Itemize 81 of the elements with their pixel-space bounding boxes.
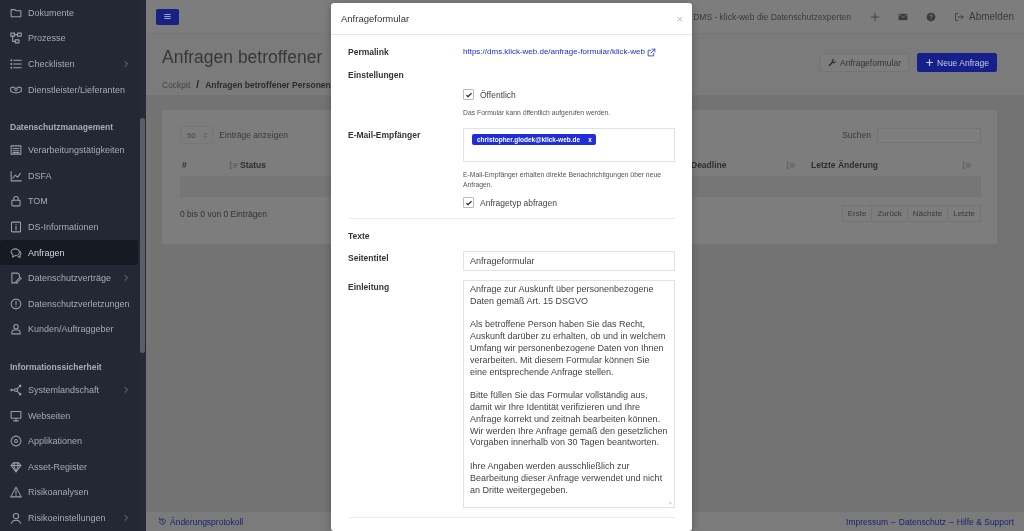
sidebar-item[interactable]: Checklisten bbox=[0, 51, 138, 77]
scrollbar[interactable] bbox=[140, 118, 145, 353]
diamond-icon bbox=[10, 460, 22, 473]
logout-icon bbox=[953, 11, 964, 22]
help-icon bbox=[925, 11, 936, 22]
breadcrumb-separator: / bbox=[196, 80, 200, 90]
link-separator: – bbox=[891, 516, 896, 527]
checkbox-label: Anfragetyp abfragen bbox=[480, 197, 558, 208]
page-title-field[interactable]: Anfrageformular bbox=[463, 251, 675, 271]
alert-icon bbox=[10, 297, 22, 310]
sort-arrows-icon bbox=[202, 131, 210, 139]
sidebar-item[interactable]: Asset-Register bbox=[0, 453, 138, 480]
section-heading: Informationssicherheit bbox=[9, 361, 103, 375]
document-pen-icon bbox=[10, 272, 22, 285]
sidebar-item[interactable]: Kunden/Auftraggeber bbox=[0, 316, 138, 343]
resize-handle-icon bbox=[666, 499, 672, 505]
permalink-link[interactable]: https://dms.klick-web.de/anfrage-formular/klick-web bbox=[463, 45, 656, 59]
person-icon bbox=[10, 323, 22, 336]
sidebar-item[interactable]: Datenschutzverträge bbox=[0, 265, 138, 291]
external-link-icon bbox=[646, 47, 656, 57]
menu-icon bbox=[163, 12, 172, 21]
lock-icon bbox=[10, 195, 22, 208]
table-icon bbox=[10, 144, 22, 157]
sort-icon bbox=[786, 160, 795, 170]
plus-icon bbox=[869, 11, 880, 22]
plus-icon bbox=[925, 58, 934, 67]
wrench-icon bbox=[828, 58, 838, 67]
sidebar-item[interactable]: Verarbeitungstätigkeiten bbox=[0, 137, 138, 163]
user-icon bbox=[10, 511, 22, 524]
column-header[interactable]: # bbox=[180, 160, 238, 170]
checkmark-icon bbox=[464, 198, 473, 207]
sidebar-item[interactable]: Risikoanalysen bbox=[0, 479, 138, 506]
network-icon bbox=[10, 383, 22, 396]
handshake-icon bbox=[10, 83, 22, 96]
field-label: Seitentitel bbox=[348, 253, 389, 263]
sort-icon bbox=[229, 160, 238, 170]
new-request-button[interactable]: Neue Anfrage bbox=[917, 53, 997, 72]
link-separator: – bbox=[949, 516, 954, 527]
page-length-label: Einträge anzeigen bbox=[219, 130, 288, 140]
sidebar-item[interactable]: Anfragen bbox=[0, 239, 138, 266]
sidebar-item[interactable]: Risikoeinstellungen bbox=[0, 505, 138, 531]
folder-icon bbox=[10, 6, 22, 19]
modal-title: Anfrageformular bbox=[341, 13, 411, 24]
sidebar-item[interactable]: TOM bbox=[0, 188, 138, 215]
field-label: Texte bbox=[348, 231, 370, 241]
sidebar-item[interactable]: DSFA bbox=[0, 162, 138, 189]
field-label: E-Mail-Empfänger bbox=[348, 130, 421, 140]
section-heading: Datenschutzmanagement bbox=[9, 121, 114, 135]
sidebar-item[interactable]: Systemlandschaft bbox=[0, 377, 138, 403]
table-info: 0 bis 0 von 0 Einträgen bbox=[180, 208, 268, 219]
sidebar-item[interactable]: Dienstleister/Lieferanten bbox=[0, 76, 138, 103]
history-icon bbox=[158, 517, 167, 526]
checkbox[interactable] bbox=[463, 197, 474, 208]
warning-icon bbox=[10, 486, 22, 499]
field-label: Permalink bbox=[348, 47, 389, 57]
envelope-icon bbox=[897, 11, 908, 22]
checkbox-label: Öffentlich bbox=[480, 89, 516, 100]
sidebar-item[interactable]: Datenschutzverletzungen bbox=[0, 290, 138, 317]
flowchart-icon bbox=[10, 32, 22, 45]
field-label: Einleitung bbox=[348, 282, 390, 292]
checkmark-icon bbox=[464, 90, 473, 99]
brand-name: DMS - klick-web die Datenschutzexperten bbox=[693, 11, 851, 22]
sidebar-item[interactable]: Applikationen bbox=[0, 428, 138, 454]
page-title: Anfragen betroffener bbox=[162, 46, 323, 69]
breadcrumb-current: Anfragen betroffener Personen bbox=[205, 80, 331, 90]
chart-icon bbox=[10, 169, 22, 182]
info-icon bbox=[10, 220, 22, 233]
list-icon bbox=[10, 58, 22, 70]
disc-icon bbox=[10, 435, 22, 448]
field-label: Einstellungen bbox=[348, 70, 404, 80]
search-label: Suchen bbox=[842, 130, 871, 140]
menu-button[interactable] bbox=[156, 8, 179, 25]
checkbox[interactable] bbox=[463, 89, 474, 100]
intro-textarea[interactable]: Anfrage zur Auskunft über personenbezogene Daten gemäß Art. 15 DSGVO Als betroffene Person haben Sie das Recht, Auskunft darüber zu erhalten, ob und in welchem Umfang wir personenbezogene Daten von Ihnen verarbeiten. Mit diesem Formular können Sie eine entsprechende Anfrage stellen. Bitte füllen Sie das Formular vollständig aus, damit wir Ihre Identität verifizieren und Ihre Anfrage korrekt und zeitnah bearbeiten können. Wir werden Ihre Anfrage gemäß den gesetzlichen Vorgaben innerhalb von 30 Tagen beantworten. Ihre Angaben werden ausschließlich zur Bearbeitung dieser Anfrage verwendet und nicht an Dritte weitergegeben. bbox=[463, 280, 675, 508]
sidebar-item[interactable]: DS-Informationen bbox=[0, 214, 138, 240]
monitor-icon bbox=[10, 409, 22, 422]
sidebar-item[interactable]: Prozesse bbox=[0, 25, 138, 52]
sidebar-item[interactable]: Dokumente bbox=[0, 0, 138, 26]
sort-icon bbox=[962, 160, 971, 170]
chat-icon bbox=[10, 246, 22, 259]
sidebar-item[interactable]: Webseiten bbox=[0, 402, 138, 429]
